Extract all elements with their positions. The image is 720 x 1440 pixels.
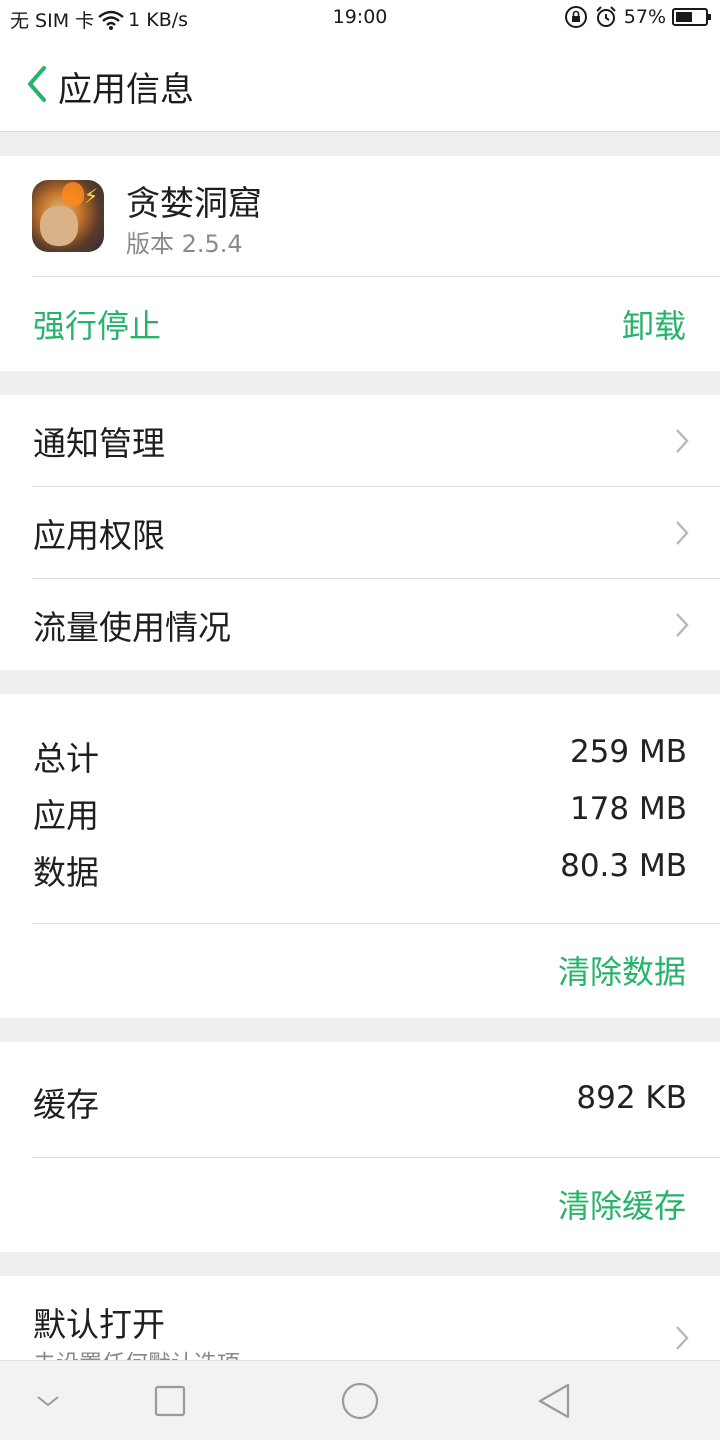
stat-value: 259 MB — [569, 734, 687, 770]
app-info-screen: 无 SIM 卡 1 KB/s 19:00 57% 应用信息 ⚡ 贪婪洞窟 版本 … — [0, 0, 720, 1440]
clear-cache-button[interactable]: 清除缓存 — [558, 1181, 686, 1227]
stat-value: 178 MB — [569, 791, 687, 827]
stat-label: 应用 — [33, 796, 99, 835]
app-summary-card: ⚡ 贪婪洞窟 版本 2.5.4 强行停止 卸载 — [0, 156, 720, 371]
app-name: 贪婪洞窟 — [126, 184, 262, 224]
collapse-icon[interactable] — [28, 1381, 68, 1421]
stat-label: 总计 — [33, 739, 99, 778]
divider — [32, 276, 720, 277]
battery-level — [676, 12, 692, 22]
status-right: 57% — [564, 5, 711, 29]
storage-card: 总计 259 MB 应用 178 MB 数据 80.3 MB 清除数据 — [0, 694, 720, 1018]
clear-data-button[interactable]: 清除数据 — [558, 947, 686, 993]
navigation-bar — [0, 1360, 720, 1440]
menu-item-label: 流量使用情况 — [33, 608, 231, 647]
chevron-right-icon — [676, 521, 689, 545]
divider — [32, 923, 720, 924]
home-icon[interactable] — [340, 1381, 380, 1421]
stat-label: 数据 — [33, 853, 99, 892]
page-title: 应用信息 — [58, 70, 194, 110]
back-icon[interactable] — [534, 1381, 574, 1421]
cache-card: 缓存 892 KB 清除缓存 — [0, 1042, 720, 1252]
character-graphic — [40, 206, 78, 246]
divider — [32, 1157, 720, 1158]
app-icon: ⚡ — [32, 180, 104, 252]
cache-row: 缓存 892 KB — [0, 1072, 720, 1128]
default-open-label: 默认打开 — [33, 1305, 165, 1344]
menu-item-notification-management[interactable]: 通知管理 — [0, 395, 720, 487]
menu-item-label: 通知管理 — [33, 424, 165, 463]
storage-data-row: 数据 80.3 MB — [0, 840, 720, 896]
menu-item-data-usage[interactable]: 流量使用情况 — [0, 579, 720, 671]
app-version: 版本 2.5.4 — [126, 230, 243, 258]
status-bar: 无 SIM 卡 1 KB/s 19:00 57% — [0, 0, 720, 36]
recents-icon[interactable] — [150, 1381, 190, 1421]
rotation-lock-icon — [564, 6, 587, 28]
storage-total-row: 总计 259 MB — [0, 726, 720, 782]
cache-label: 缓存 — [33, 1085, 99, 1124]
storage-app-row: 应用 178 MB — [0, 783, 720, 839]
menu-item-app-permissions[interactable]: 应用权限 — [0, 487, 720, 579]
chevron-right-icon — [676, 429, 689, 453]
cache-value: 892 KB — [576, 1080, 687, 1116]
flame-graphic — [62, 182, 84, 206]
chevron-right-icon — [676, 613, 689, 637]
battery-percent: 57% — [623, 6, 666, 28]
chevron-left-icon[interactable] — [22, 64, 52, 104]
chevron-right-icon — [676, 1326, 689, 1350]
settings-menu: 通知管理 应用权限 流量使用情况 — [0, 395, 720, 670]
menu-item-label: 应用权限 — [33, 516, 165, 555]
force-stop-button[interactable]: 强行停止 — [33, 301, 161, 347]
battery-icon — [672, 8, 711, 26]
stat-value: 80.3 MB — [560, 848, 687, 884]
lightning-icon: ⚡ — [83, 184, 98, 208]
app-header: 应用信息 — [0, 36, 720, 132]
uninstall-button[interactable]: 卸载 — [622, 301, 686, 347]
alarm-icon — [596, 6, 616, 27]
